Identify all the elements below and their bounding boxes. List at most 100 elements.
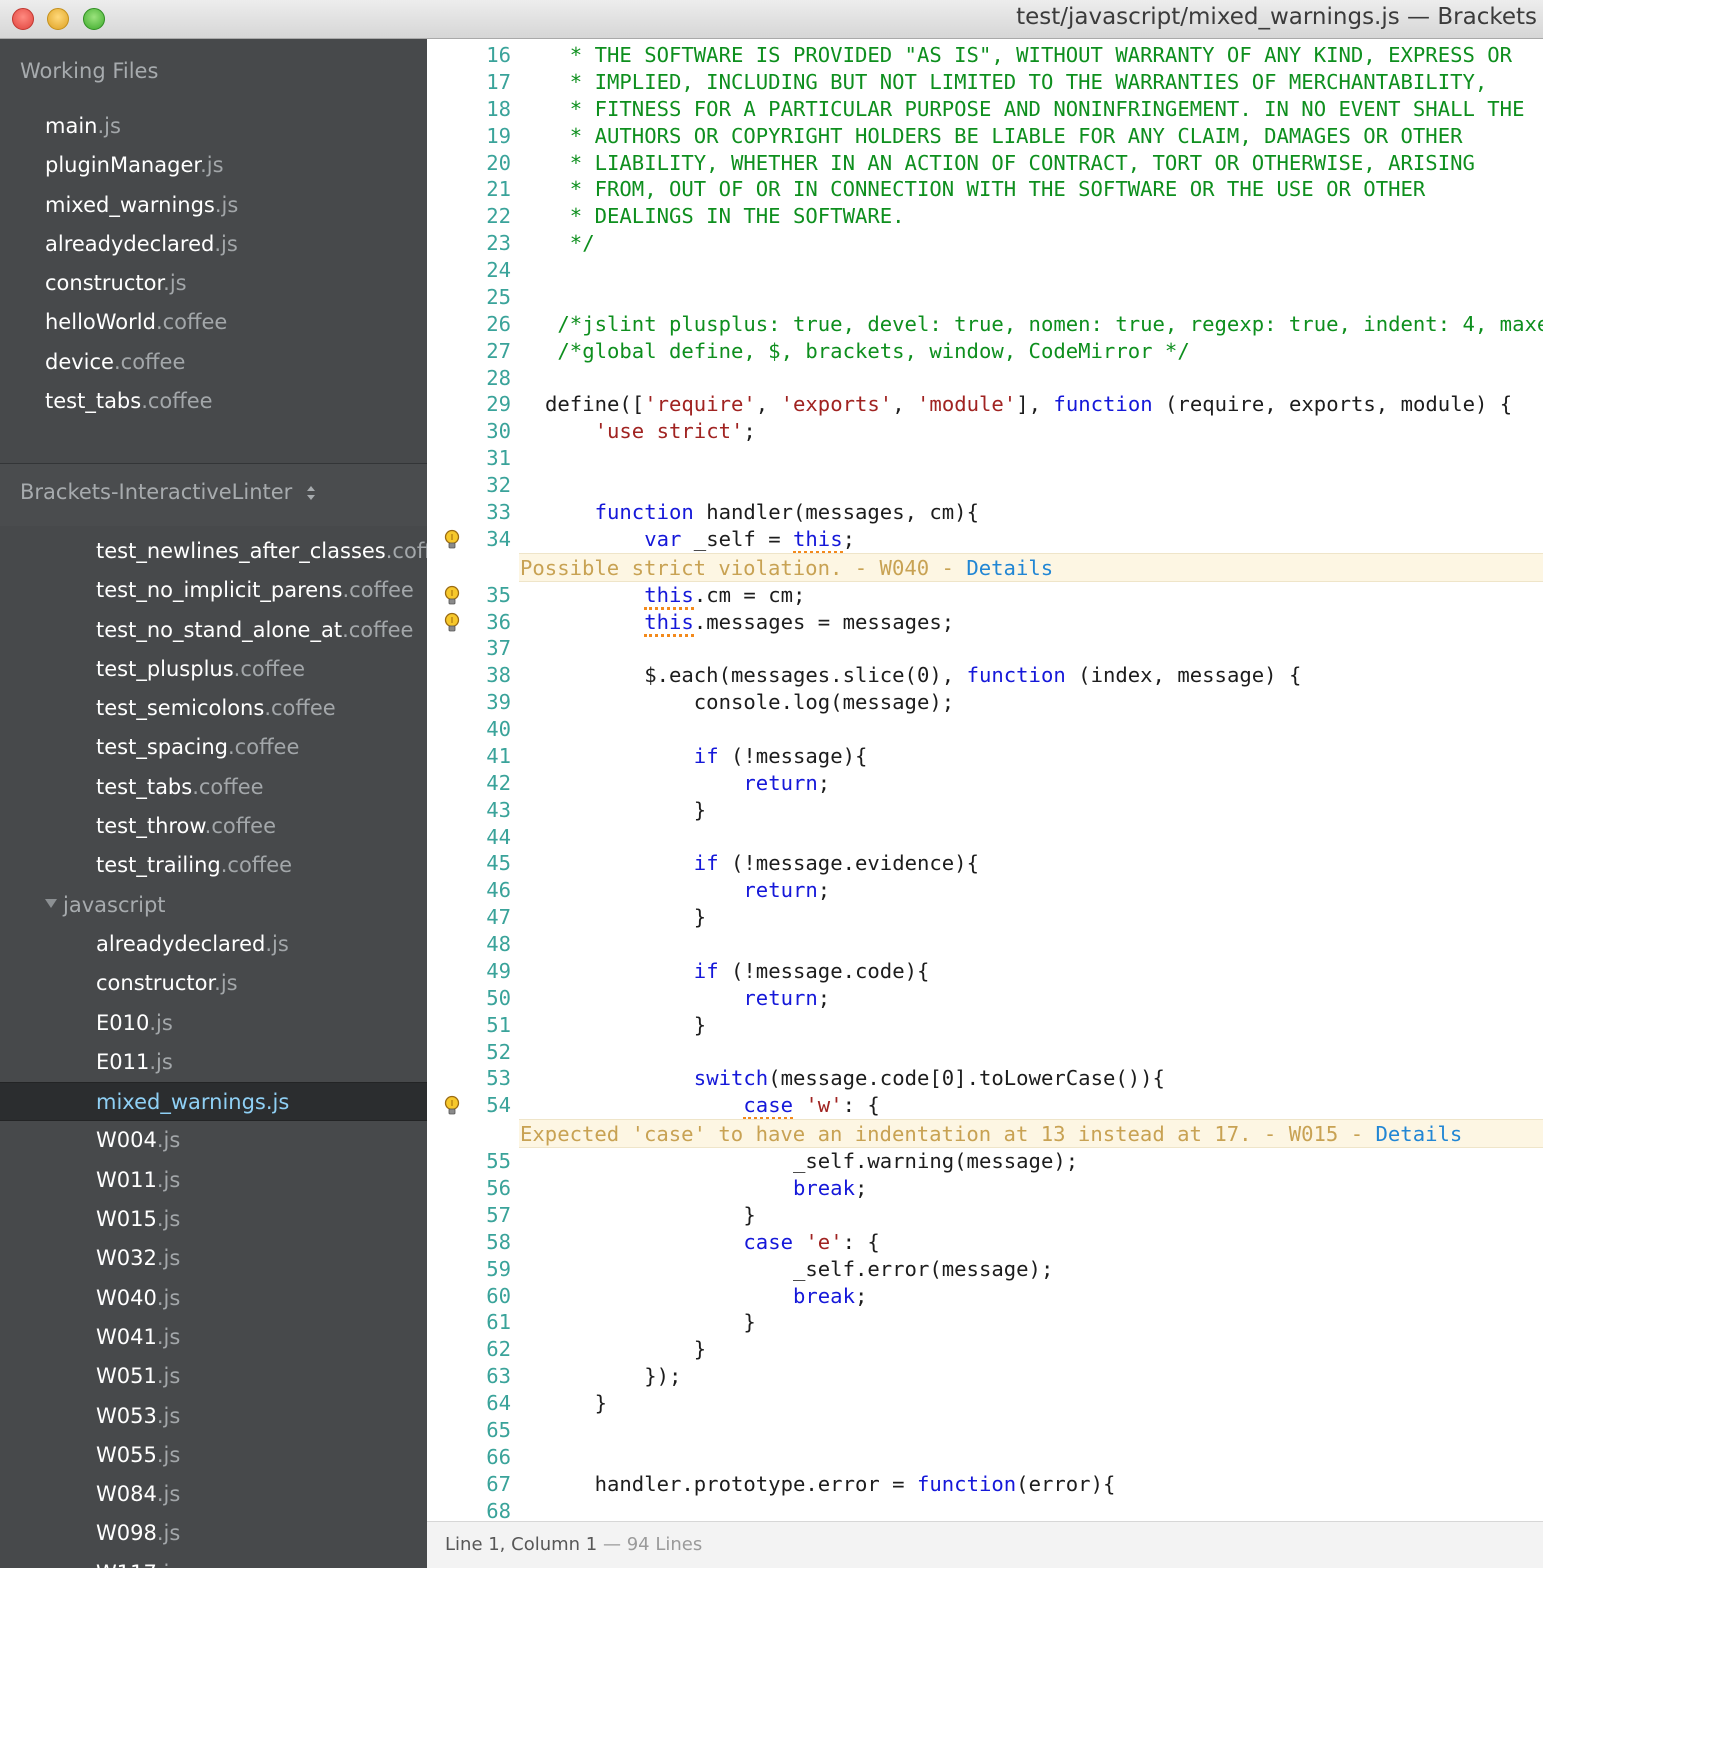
code-line[interactable]: 45 if (!message.evidence){ [427,850,1543,877]
cursor-position[interactable]: Line 1, Column 1 [445,1534,597,1555]
details-link[interactable]: Details [1376,1122,1463,1146]
code-line[interactable]: 59 _self.error(message); [427,1256,1543,1283]
code-line[interactable]: 20 * LIABILITY, WHETHER IN AN ACTION OF … [427,150,1543,177]
code-line[interactable]: 40 [427,716,1543,743]
file-item[interactable]: test_no_implicit_parens.coffee [0,571,427,610]
file-item[interactable]: W032.js [0,1239,427,1278]
file-item[interactable]: test_throw.coffee [0,807,427,846]
code-line[interactable]: 30 'use strict'; [427,418,1543,445]
code-line[interactable]: 46 return; [427,877,1543,904]
file-item[interactable]: E010.js [0,1004,427,1043]
file-item[interactable]: W011.js [0,1161,427,1200]
file-item[interactable]: W015.js [0,1200,427,1239]
code-line[interactable]: 22 * DEALINGS IN THE SOFTWARE. [427,203,1543,230]
code-line[interactable]: 60 break; [427,1283,1543,1310]
file-item[interactable]: constructor.js [0,964,427,1003]
code-line[interactable]: 54 case 'w': { [427,1092,1543,1121]
code-line[interactable]: 50 return; [427,985,1543,1012]
code-editor[interactable]: 16 * THE SOFTWARE IS PROVIDED "AS IS", W… [427,39,1543,1521]
code-line[interactable]: 27 /*global define, $, brackets, window,… [427,338,1543,365]
code-line[interactable]: 47 } [427,904,1543,931]
code-line[interactable]: 36 this.messages = messages; [427,609,1543,637]
code-line[interactable]: 21 * FROM, OUT OF OR IN CONNECTION WITH … [427,176,1543,203]
code-line[interactable]: 25 [427,284,1543,311]
file-item[interactable]: test_newlines_after_classes.coffee [0,532,427,571]
code-line[interactable]: 42 return; [427,770,1543,797]
file-item[interactable]: W055.js [0,1436,427,1475]
file-item[interactable]: mixed_warnings.js [0,186,427,225]
code-line[interactable]: 68 [427,1498,1543,1522]
code-line[interactable]: 64 } [427,1390,1543,1417]
code-line[interactable]: 23 */ [427,230,1543,257]
code-line[interactable]: 44 [427,824,1543,851]
file-item[interactable]: test_no_stand_alone_at.coffee [0,611,427,650]
code-line[interactable]: 17 * IMPLIED, INCLUDING BUT NOT LIMITED … [427,69,1543,96]
code-line[interactable]: 66 [427,1444,1543,1471]
lint-warning-message: Expected 'case' to have an indentation a… [520,1122,1376,1147]
file-item[interactable]: constructor.js [0,264,427,303]
code-line[interactable]: 35 this.cm = cm; [427,582,1543,610]
close-window-button[interactable] [12,8,34,30]
code-line[interactable]: 51 } [427,1012,1543,1039]
file-item[interactable]: test_plusplus.coffee [0,650,427,689]
file-item[interactable]: main.js [0,107,427,146]
code-line[interactable]: 32 [427,472,1543,499]
code-line[interactable]: 29 define(['require', 'exports', 'module'… [427,391,1543,418]
code-line[interactable]: 19 * AUTHORS OR COPYRIGHT HOLDERS BE LIA… [427,123,1543,150]
file-item[interactable]: device.coffee [0,343,427,382]
code-line[interactable]: 28 [427,365,1543,392]
code-line[interactable]: 18 * FITNESS FOR A PARTICULAR PURPOSE AN… [427,96,1543,123]
details-link[interactable]: Details [966,556,1053,580]
file-item[interactable]: helloWorld.coffee [0,303,427,342]
code-line[interactable]: 53 switch(message.code[0].toLowerCase())… [427,1065,1543,1092]
zoom-window-button[interactable] [83,8,105,30]
code-line[interactable]: 48 [427,931,1543,958]
code-line[interactable]: 34 var _self = this; [427,526,1543,554]
file-item[interactable]: W117.js [0,1554,427,1568]
file-item[interactable]: W004.js [0,1121,427,1160]
code-line[interactable]: 39 console.log(message); [427,689,1543,716]
project-selector[interactable]: Brackets-InteractiveLinter [0,464,427,526]
code-line[interactable]: 56 break; [427,1175,1543,1202]
code-line[interactable]: 16 * THE SOFTWARE IS PROVIDED "AS IS", W… [427,42,1543,69]
code-line[interactable]: 65 [427,1417,1543,1444]
code-line[interactable]: 24 [427,257,1543,284]
minimize-window-button[interactable] [47,8,69,30]
code-line[interactable]: 33 function handler(messages, cm){ [427,499,1543,526]
code-line[interactable]: 26 /*jslint plusplus: true, devel: true,… [427,311,1543,338]
code-line[interactable]: 38 $.each(messages.slice(0), function (i… [427,662,1543,689]
code-line[interactable]: 31 [427,445,1543,472]
file-item[interactable]: test_tabs.coffee [0,382,427,421]
code-line[interactable]: 58 case 'e': { [427,1229,1543,1256]
file-item[interactable]: alreadydeclared.js [0,225,427,264]
code-line[interactable]: 43 } [427,797,1543,824]
folder-javascript[interactable]: javascript [0,886,427,925]
file-item[interactable]: W040.js [0,1279,427,1318]
code-line[interactable]: 41 if (!message){ [427,743,1543,770]
code-line[interactable]: 49 if (!message.code){ [427,958,1543,985]
line-number: 45 [486,851,511,876]
status-separator: — [597,1534,627,1555]
code-line[interactable]: 52 [427,1039,1543,1066]
file-item[interactable]: test_tabs.coffee [0,768,427,807]
file-item[interactable]: test_semicolons.coffee [0,689,427,728]
code-line[interactable]: 67 handler.prototype.error = function(er… [427,1471,1543,1498]
file-item[interactable]: W084.js [0,1475,427,1514]
code-line[interactable]: 63 }); [427,1363,1543,1390]
code-line[interactable]: 55 _self.warning(message); [427,1148,1543,1175]
file-item[interactable]: W041.js [0,1318,427,1357]
file-item[interactable]: W051.js [0,1357,427,1396]
file-item[interactable]: test_trailing.coffee [0,846,427,885]
code-line[interactable]: 37 [427,635,1543,662]
file-item[interactable]: mixed_warnings.js [0,1082,427,1122]
code-line[interactable]: 62 } [427,1336,1543,1363]
file-item[interactable]: pluginManager.js [0,146,427,185]
file-item[interactable]: W098.js [0,1514,427,1553]
code-line[interactable]: 57 } [427,1202,1543,1229]
file-item[interactable]: test_spacing.coffee [0,728,427,767]
file-item[interactable]: alreadydeclared.js [0,925,427,964]
code-line[interactable]: 61 } [427,1309,1543,1336]
file-item[interactable]: W053.js [0,1397,427,1436]
disclosure-triangle-icon[interactable] [45,899,57,909]
file-item[interactable]: E011.js [0,1043,427,1082]
